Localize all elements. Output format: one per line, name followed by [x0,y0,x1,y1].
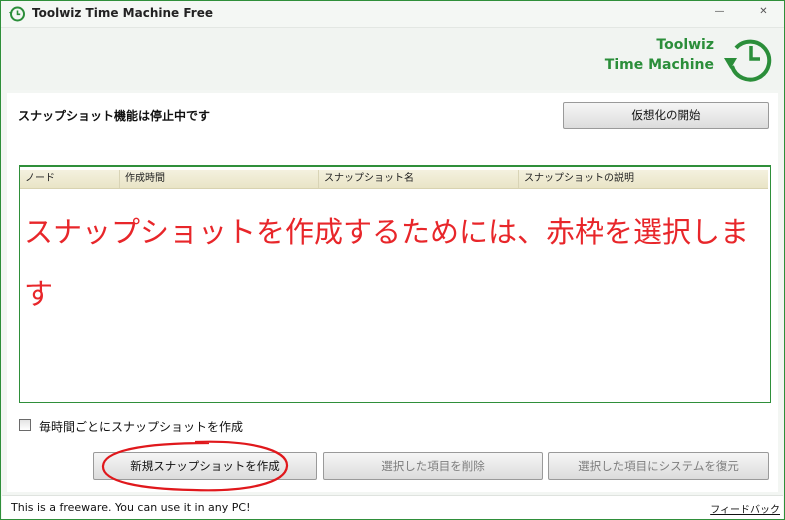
time-machine-icon [9,6,25,22]
minimize-button[interactable]: — [709,4,730,20]
main-panel: スナップショット機能は停止中です 仮想化の開始 ノード 作成時間 スナップショッ… [7,93,778,492]
column-header-created-time[interactable]: 作成時間 [120,170,319,188]
feedback-link[interactable]: フィードバック [710,501,780,516]
snapshot-list[interactable]: ノード 作成時間 スナップショット名 スナップショットの説明 スナップショットを… [19,165,771,403]
brand-header: Toolwiz Time Machine [2,28,783,90]
title-bar[interactable]: Toolwiz Time Machine Free — ✕ [1,1,784,28]
column-header-snapshot-name[interactable]: スナップショット名 [319,170,519,188]
delete-selected-button[interactable]: 選択した項目を削除 [323,452,543,480]
restore-selected-button[interactable]: 選択した項目にシステムを復元 [548,452,769,480]
status-footer: This is a freeware. You can use it in an… [2,495,783,519]
freeware-notice: This is a freeware. You can use it in an… [11,501,251,514]
close-button[interactable]: ✕ [753,4,774,20]
snapshot-list-header: ノード 作成時間 スナップショット名 スナップショットの説明 [20,170,768,189]
hourly-snapshot-checkbox[interactable] [19,419,31,431]
column-header-node[interactable]: ノード [20,170,120,188]
new-snapshot-button[interactable]: 新規スナップショットを作成 [93,452,317,480]
hourly-snapshot-label[interactable]: 毎時間ごとにスナップショットを作成 [39,418,243,435]
brand-name-line2: Time Machine [604,57,714,73]
start-virtualization-button[interactable]: 仮想化の開始 [563,102,769,129]
app-window: Toolwiz Time Machine Free — ✕ Toolwiz Ti… [0,0,785,520]
brand-name-line1: Toolwiz [656,37,714,53]
snapshot-status-text: スナップショット機能は停止中です [18,109,211,123]
annotation-instruction-text: スナップショットを作成するためには、赤枠を選択します [24,215,750,311]
column-header-snapshot-description[interactable]: スナップショットの説明 [519,170,768,188]
time-machine-logo-icon [724,39,772,82]
window-title: Toolwiz Time Machine Free [32,6,213,20]
